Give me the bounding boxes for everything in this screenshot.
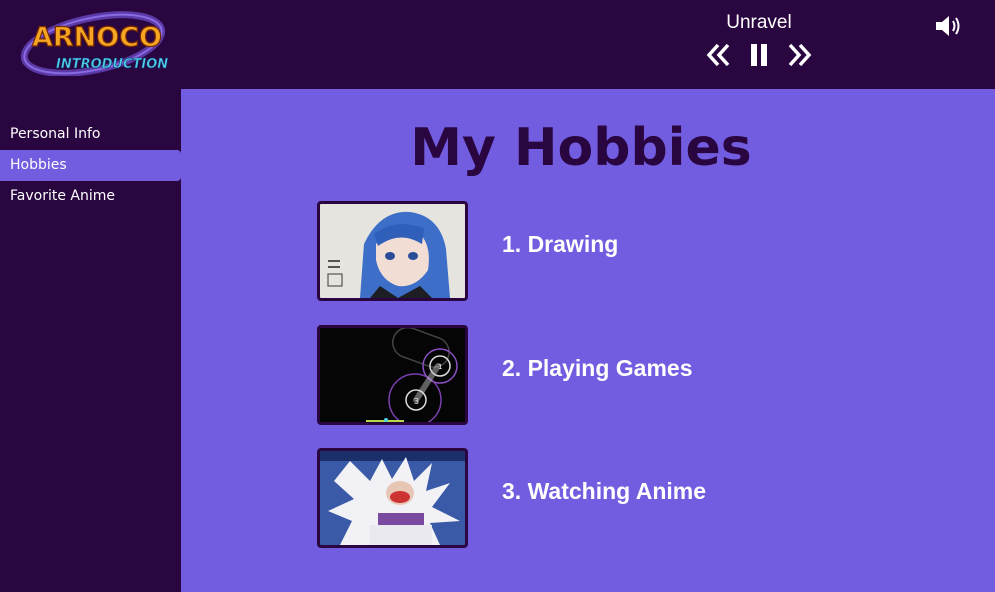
volume-button[interactable]	[934, 13, 964, 39]
hobby-label: 3. Watching Anime	[502, 478, 707, 504]
page-title: My Hobbies	[410, 118, 752, 178]
hobby-label: 2. Playing Games	[502, 355, 693, 381]
song-title: Unravel	[726, 12, 792, 33]
rewind-button[interactable]	[705, 40, 733, 70]
anime-thumbnail[interactable]	[317, 448, 468, 548]
rewind-icon	[706, 43, 730, 67]
main-content: My Hobbies 1. Drawing 3 1 2. Playing Gam…	[181, 89, 995, 592]
svg-text:3: 3	[414, 397, 419, 406]
svg-text:1: 1	[438, 363, 442, 371]
site-logo[interactable]: ARNOCO INTRODUCTION	[18, 8, 168, 76]
hobby-item-watching-anime: 3. Watching Anime	[317, 448, 917, 548]
music-player: Unravel	[700, 10, 818, 70]
sidebar-item-favorite-anime[interactable]: Favorite Anime	[0, 181, 181, 212]
header: ARNOCO INTRODUCTION Unravel	[0, 0, 995, 89]
fast-forward-icon	[788, 43, 812, 67]
pause-icon	[751, 44, 767, 66]
anime-image	[320, 451, 465, 545]
sidebar-item-personal-info[interactable]: Personal Info	[0, 119, 181, 150]
logo-subtitle: INTRODUCTION	[56, 57, 168, 72]
fast-forward-button[interactable]	[785, 40, 813, 70]
player-controls	[705, 40, 813, 70]
sidebar: Personal Info Hobbies Favorite Anime	[0, 89, 181, 592]
logo-title: ARNOCO	[32, 22, 162, 53]
drawing-image	[320, 204, 465, 298]
hobby-label: 1. Drawing	[502, 231, 619, 257]
drawing-thumbnail[interactable]	[317, 201, 468, 301]
sidebar-item-hobbies[interactable]: Hobbies	[0, 150, 181, 181]
game-image: 3 1	[320, 328, 465, 422]
volume-icon	[936, 16, 960, 36]
hobby-item-drawing: 1. Drawing	[317, 201, 917, 301]
game-thumbnail[interactable]: 3 1	[317, 325, 468, 425]
logo-image: ARNOCO INTRODUCTION	[20, 11, 168, 76]
pause-button[interactable]	[745, 40, 773, 70]
hobby-item-playing-games: 3 1 2. Playing Games	[317, 325, 917, 425]
